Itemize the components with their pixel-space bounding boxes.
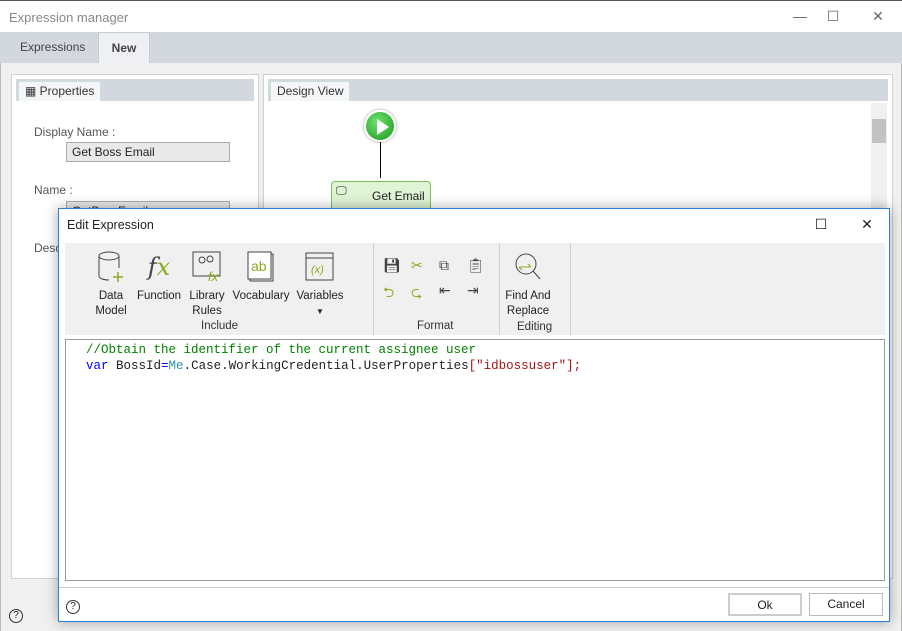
dialog-maximize-button[interactable]: ☐ [809, 213, 833, 235]
variables-icon: (x) [295, 249, 345, 285]
data-model-button[interactable]: Data Model [91, 249, 131, 319]
task-get-email[interactable]: 🖵 Get Email [331, 181, 431, 211]
ok-button[interactable]: Ok [728, 593, 802, 616]
group-editing-label: Editing [517, 321, 553, 333]
library-rules-button[interactable]: fx Library Rules [187, 249, 227, 319]
variables-button[interactable]: (x) Variables ▼ [295, 249, 345, 319]
chevron-down-icon: ▼ [316, 307, 324, 316]
edit-expression-dialog: Edit Expression ☐ ✕ Data Model fx Functio… [58, 208, 890, 622]
code-line: var BossId=Me.Case.WorkingCredential.Use… [86, 359, 582, 373]
task-icon: 🖵 [336, 185, 347, 197]
code-editor[interactable]: //Obtain the identifier of the current a… [65, 339, 885, 581]
group-include-label: Include [201, 320, 239, 332]
save-icon[interactable]: 💾︎ [383, 257, 411, 274]
maximize-button[interactable]: ☐ [821, 5, 845, 27]
name-label: Name : [34, 183, 73, 197]
minimize-button[interactable]: — [788, 5, 812, 27]
tab-strip: Expressions New [0, 32, 902, 63]
vocabulary-icon: ab [231, 249, 291, 285]
tab-properties[interactable]: ▦ Properties [18, 81, 102, 101]
dialog-title: Edit Expression [67, 218, 154, 232]
group-format-label: Format [417, 320, 454, 332]
dialog-help-icon[interactable]: ? [66, 600, 80, 614]
svg-text:fx: fx [208, 269, 219, 283]
svg-text:ab: ab [251, 258, 267, 274]
properties-icon: ▦ [25, 84, 40, 98]
tab-expressions[interactable]: Expressions [0, 32, 105, 63]
display-name-label: Display Name : [34, 125, 116, 139]
redo-icon[interactable]: ⮎ [411, 282, 439, 306]
close-button[interactable]: ✕ [866, 5, 890, 27]
code-comment: //Obtain the identifier of the current a… [86, 343, 477, 357]
paste-icon[interactable]: 📋︎ [467, 257, 495, 274]
cancel-button[interactable]: Cancel [809, 593, 883, 616]
vocabulary-button[interactable]: ab Vocabulary [231, 249, 291, 304]
window-title: Expression manager [9, 10, 129, 25]
title-bar: Expression manager — ☐ ✕ [0, 0, 902, 32]
outdent-icon[interactable]: ⇤ [439, 282, 467, 306]
format-tools: 💾︎ ✂ ⧉ 📋︎ ⮌ ⮎ ⇤ ⇥ [383, 257, 495, 306]
find-replace-icon [503, 249, 553, 285]
cut-icon[interactable]: ✂ [411, 257, 439, 274]
start-event-icon[interactable] [364, 110, 396, 142]
display-name-field[interactable]: Get Boss Email [66, 142, 230, 162]
svg-text:(x): (x) [311, 264, 324, 276]
undo-icon[interactable]: ⮌ [383, 282, 411, 306]
connector [380, 142, 381, 178]
dialog-close-button[interactable]: ✕ [855, 213, 879, 235]
find-and-replace-button[interactable]: Find And Replace [503, 249, 553, 319]
tab-new[interactable]: New [98, 32, 150, 63]
ribbon: Data Model fx Function fx Library Rules ab… [65, 243, 885, 335]
indent-icon[interactable]: ⇥ [467, 282, 495, 306]
tab-design-view[interactable]: Design View [270, 81, 351, 101]
library-rules-icon: fx [187, 249, 227, 285]
help-icon[interactable]: ? [9, 609, 23, 623]
function-button[interactable]: fx Function [135, 249, 183, 304]
database-icon [91, 249, 131, 285]
copy-icon[interactable]: ⧉ [439, 257, 467, 274]
function-icon: fx [147, 252, 171, 281]
